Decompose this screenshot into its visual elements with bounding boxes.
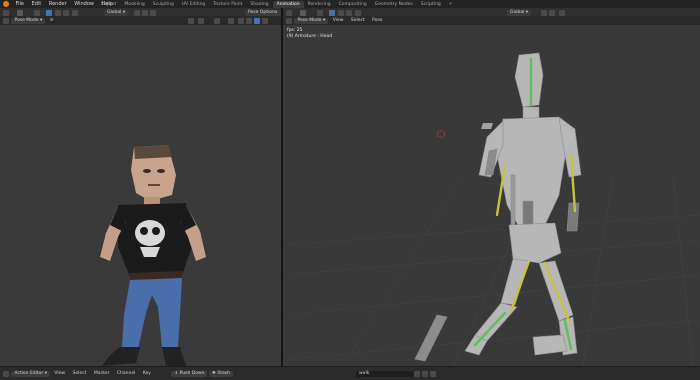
pose-options-dropdown[interactable]: Pose Options ▾ [245,9,281,21]
stash-button[interactable]: ❖ Stash [208,370,233,377]
proportional-icon[interactable] [150,9,157,16]
shading-solid-icon[interactable] [238,17,244,24]
snap-icon[interactable] [142,9,148,16]
proportional-icon-right[interactable] [559,9,565,16]
select-subtract-icon[interactable] [63,9,70,16]
menu-pose-right[interactable]: Pose [369,16,385,25]
action-editor-header: Action Editor ▾ View Select Marker Chann… [0,367,700,380]
active-object-label: (9) Armature : Head [287,34,333,39]
viewport-scene [283,52,700,366]
editor-mode-label: Action Editor [14,370,44,376]
pose-options-label: Pose Options [248,9,278,15]
transform-icon[interactable] [33,9,40,16]
right-viewport-3d[interactable]: fps: 25 (9) Armature : Head [283,25,700,366]
select-mode-icon-right[interactable] [329,9,336,16]
top-menubar: File Edit Render Window Help Layout Model… [0,0,700,9]
mode-label-left: Pose Mode [14,17,39,23]
rendered-character [100,145,206,366]
armature-head [514,52,544,108]
armature-icon [3,17,9,24]
armature-spine-bone [510,174,516,226]
action-name-field[interactable]: walk [356,370,416,377]
editor-type-icon[interactable] [3,9,9,16]
unlink-action-icon[interactable] [430,370,436,377]
fake-user-icon[interactable] [414,370,420,377]
armature-pelvis [508,222,562,264]
skull-eye-right [152,227,160,235]
visibility-icon[interactable] [188,17,194,24]
action-editor-type-icon[interactable] [3,370,9,377]
armature-hand-right [566,202,580,232]
push-down-button[interactable]: ⇓ Push Down [171,370,208,377]
mode-dropdown-left[interactable]: Pose Mode ▾ [11,17,46,24]
character-eye-right [157,169,165,173]
menu-channel-bottom[interactable]: Channel [114,367,138,380]
menu-marker-bottom[interactable]: Marker [91,367,113,380]
left-viewport-header: Pose Mode ▾ ≡ [0,16,281,25]
select-extend-icon[interactable] [54,9,61,16]
new-action-icon[interactable] [422,370,428,377]
blender-logo-icon[interactable] [3,1,9,7]
viewport-overlay-text: fps: 25 (9) Armature : Head [287,28,332,40]
menu-select-bottom[interactable]: Select [70,367,90,380]
overlay-icon[interactable] [214,17,220,24]
character-eye-left [143,169,151,173]
floor-grid [283,174,700,366]
character-jeans [122,278,182,349]
workspace-tabs: Layout Modeling Sculpting UV Editing Texture… [97,0,457,9]
skull-eye-left [140,227,148,235]
push-down-label: Push Down [179,370,205,376]
character-shoe-left [102,347,140,366]
armature-foot-right [532,334,568,356]
mode-dropdown-right[interactable]: Pose Mode ▾ [294,17,329,24]
3d-cursor-icon[interactable] [437,130,445,138]
xray-icon[interactable] [228,17,234,24]
menu-render[interactable]: Render [46,0,70,8]
character-neck [144,197,160,205]
shading-rendered-icon[interactable] [254,17,260,24]
editor-type-icon-right[interactable] [286,9,292,16]
menu-key-bottom[interactable]: Key [140,367,154,380]
skull-print [135,220,165,246]
editor-mode-dropdown[interactable]: Action Editor ▾ [11,370,50,377]
left-viewport-rendered[interactable] [0,25,281,366]
menu-view-right[interactable]: View [330,16,347,25]
orientation-dropdown-right[interactable]: Global ▾ [507,9,532,16]
stash-label: Stash [217,370,230,376]
transform-icon-right[interactable] [316,9,323,16]
shading-wire-icon[interactable] [262,17,268,24]
pivot-icon-right[interactable] [541,9,547,16]
character-shoe-right [162,347,186,366]
pivot-icon[interactable] [133,9,140,16]
armature-icon-right [286,17,292,24]
character-hair [134,145,172,159]
right-viewport-header: Pose Mode ▾ View Select Pose [283,16,700,25]
shading-material-icon[interactable] [246,17,252,24]
menu-select-right[interactable]: Select [348,16,368,25]
snap-icon-right[interactable] [549,9,555,16]
select-extend-icon-right[interactable] [337,9,344,16]
tool-select-icon-right[interactable] [300,9,307,16]
menu-window[interactable]: Window [71,0,97,8]
orientation-dropdown[interactable]: Global ▾ [104,9,129,16]
menu-view-bottom[interactable]: View [51,367,68,380]
hamburger-menu-icon[interactable]: ≡ [47,16,57,25]
mode-label-right: Pose Mode [297,17,322,23]
action-name-value: walk [359,370,370,376]
select-mode-icon[interactable] [46,9,53,16]
armature-ik-bone [414,314,448,362]
orientation-label: Global [107,9,122,15]
menu-edit[interactable]: Edit [29,0,45,8]
gizmo-icon[interactable] [198,17,204,24]
tool-select-icon[interactable] [17,9,24,16]
menu-file[interactable]: File [13,0,27,8]
armature-neck [522,106,540,120]
orientation-label-right: Global [510,9,525,15]
armature-hand-handle [481,123,493,129]
select-subtract-icon-right[interactable] [346,9,353,16]
select-invert-icon-right[interactable] [354,9,361,16]
select-invert-icon[interactable] [71,9,78,16]
